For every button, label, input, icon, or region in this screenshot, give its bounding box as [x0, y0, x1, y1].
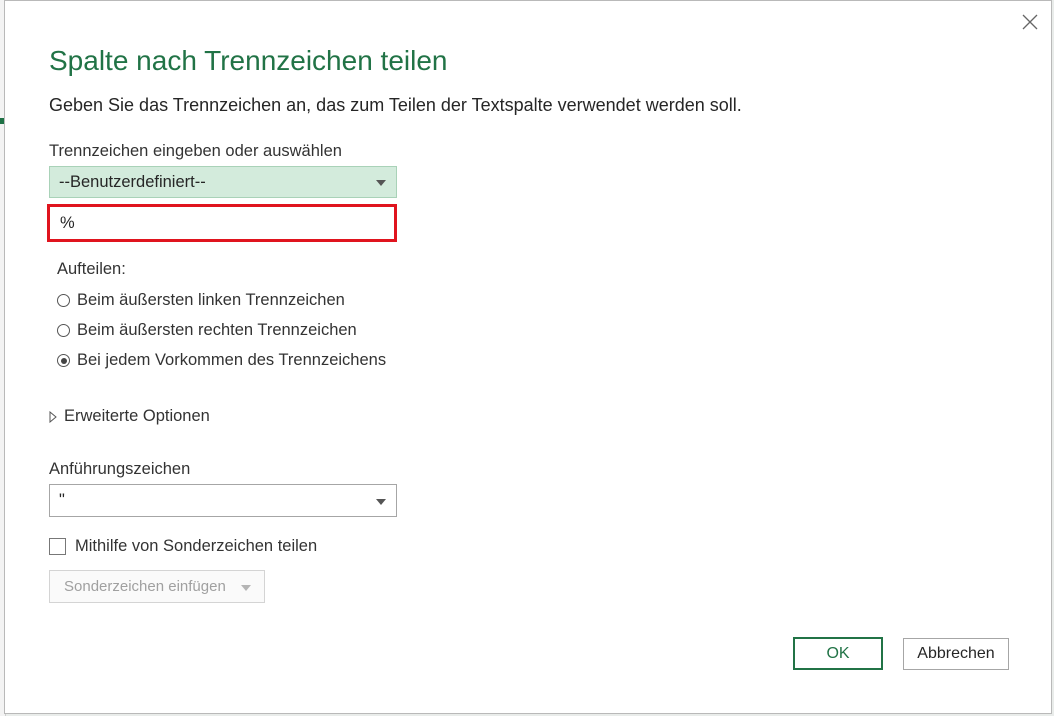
- ok-button[interactable]: OK: [793, 637, 883, 670]
- radio-button[interactable]: [57, 294, 70, 307]
- chevron-down-icon: [241, 584, 251, 591]
- chevron-down-icon: [376, 180, 386, 186]
- special-chars-checkbox[interactable]: [49, 538, 66, 555]
- radio-each-occurrence[interactable]: Bei jedem Vorkommen des Trennzeichens: [57, 351, 386, 370]
- radio-button[interactable]: [57, 324, 70, 337]
- radio-label: Bei jedem Vorkommen des Trennzeichens: [77, 351, 387, 369]
- triangle-right-icon: [49, 410, 57, 423]
- radio-leftmost-delimiter[interactable]: Beim äußersten linken Trennzeichen: [57, 291, 345, 310]
- radio-label: Beim äußersten linken Trennzeichen: [77, 291, 345, 309]
- radio-rightmost-delimiter[interactable]: Beim äußersten rechten Trennzeichen: [57, 321, 357, 340]
- dialog-subtitle: Geben Sie das Trennzeichen an, das zum T…: [49, 95, 742, 115]
- delimiter-dropdown-value: --Benutzerdefiniert--: [59, 172, 206, 191]
- insert-special-char-label: Sonderzeichen einfügen: [64, 578, 226, 595]
- insert-special-char-button: Sonderzeichen einfügen: [49, 570, 265, 603]
- custom-delimiter-input[interactable]: [47, 204, 397, 242]
- special-chars-option[interactable]: Mithilfe von Sonderzeichen teilen: [49, 537, 317, 556]
- special-chars-label: Mithilfe von Sonderzeichen teilen: [75, 537, 318, 555]
- delimiter-dropdown[interactable]: --Benutzerdefiniert--: [49, 166, 397, 198]
- close-button[interactable]: [1017, 9, 1043, 35]
- cancel-button[interactable]: Abbrechen: [903, 638, 1009, 670]
- radio-label: Beim äußersten rechten Trennzeichen: [77, 321, 357, 339]
- close-icon: [1022, 14, 1038, 30]
- split-column-dialog: Spalte nach Trennzeichen teilen Geben Si…: [4, 0, 1052, 714]
- chevron-down-icon: [376, 498, 386, 505]
- quote-dropdown[interactable]: ": [49, 484, 397, 517]
- quote-label: Anführungszeichen: [49, 460, 191, 478]
- delimiter-label: Trennzeichen eingeben oder auswählen: [49, 142, 342, 160]
- advanced-options-toggle[interactable]: Erweiterte Optionen: [49, 407, 210, 426]
- radio-button-selected[interactable]: [57, 354, 70, 367]
- split-at-label: Aufteilen:: [57, 260, 126, 278]
- dialog-title: Spalte nach Trennzeichen teilen: [49, 45, 448, 76]
- quote-dropdown-value: ": [59, 491, 65, 509]
- advanced-options-label: Erweiterte Optionen: [64, 407, 210, 425]
